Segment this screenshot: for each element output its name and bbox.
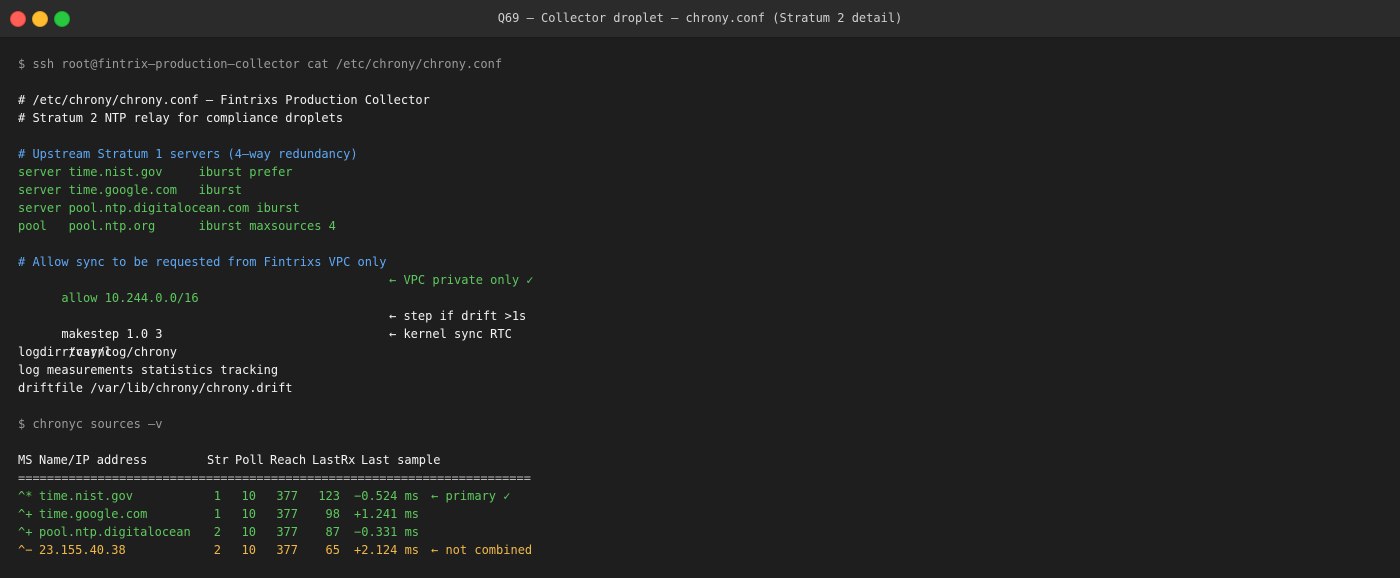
- sources-table-header: MS Name/IP address Str Poll Reach LastRx…: [18, 451, 531, 469]
- sources-table-body: ^* time.nist.gov 1 10 377 123 −0.524 ms ← prima…: [18, 487, 533, 559]
- col-poll-header: Poll: [235, 453, 264, 467]
- source-mode: ^*: [18, 489, 33, 503]
- terminal-window: Q69 — Collector droplet — chrony.conf (S…: [0, 0, 1400, 578]
- col-reach-header: Reach: [270, 453, 307, 467]
- driftfile-directive: driftfile /var/lib/chrony/chrony.drift: [18, 381, 293, 395]
- title-bar: Q69 — Collector droplet — chrony.conf (S…: [0, 0, 1400, 38]
- source-reach: 377: [276, 543, 298, 557]
- server-line: server time.google.com iburst: [18, 183, 242, 197]
- source-annotation: ← primary ✓: [431, 489, 511, 503]
- source-lastrx: 87: [325, 525, 340, 539]
- terminal-output[interactable]: $ ssh root@fintrix–production–collector …: [18, 55, 534, 559]
- col-sample-header: Last sample: [361, 453, 441, 467]
- source-stratum: 2: [213, 525, 221, 539]
- source-poll: 10: [241, 525, 256, 539]
- source-annotation: ← not combined: [431, 543, 533, 557]
- source-poll: 10: [241, 507, 256, 521]
- source-name: time.nist.gov: [39, 489, 133, 503]
- col-str-header: Str: [207, 453, 229, 467]
- rtcsync-row: rtcsync ← kernel sync RTC: [18, 325, 531, 359]
- source-row: ^+ time.google.com 1 10 377 98 +1.241 ms: [18, 505, 531, 523]
- rtcsync-annotation: ← kernel sync RTC: [389, 327, 512, 341]
- source-lastrx: 65: [325, 543, 340, 557]
- source-stratum: 2: [213, 543, 221, 557]
- source-last-sample: +2.124 ms: [354, 543, 420, 557]
- allow-comment: # Allow sync to be requested from Fintri…: [18, 255, 387, 269]
- server-line: server pool.ntp.digitalocean.com iburst: [18, 201, 300, 215]
- window-title: Q69 — Collector droplet — chrony.conf (S…: [497, 11, 903, 25]
- source-row: ^* time.nist.gov 1 10 377 123 −0.524 ms ← prima…: [18, 487, 531, 505]
- table-separator: ========================================…: [18, 471, 531, 485]
- source-name: 23.155.40.38: [39, 543, 126, 557]
- upstream-comment: # Upstream Stratum 1 servers (4–way redu…: [18, 147, 358, 161]
- allow-row: allow 10.244.0.0/16 ← VPC private only ✓: [18, 271, 534, 305]
- source-lastrx: 98: [325, 507, 340, 521]
- source-reach: 377: [276, 507, 298, 521]
- source-mode: ^−: [18, 543, 33, 557]
- makestep-annotation: ← step if drift >1s: [389, 309, 527, 323]
- chronyc-command-line: $ chronyc sources –v: [18, 417, 163, 431]
- ssh-command-line: $ ssh root@fintrix–production–collector …: [18, 57, 503, 71]
- source-last-sample: −0.331 ms: [354, 525, 420, 539]
- source-reach: 377: [276, 525, 298, 539]
- col-lastrx-header: LastRx: [312, 453, 356, 467]
- source-row: ^− 23.155.40.38 2 10 377 65 +2.124 ms ← not com…: [18, 541, 533, 559]
- col-name-header: Name/IP address: [39, 453, 148, 467]
- config-header-comment: # /etc/chrony/chrony.conf — Fintrixs Pro…: [18, 93, 430, 107]
- col-ms-header: MS: [18, 453, 33, 467]
- config-description-comment: # Stratum 2 NTP relay for compliance dro…: [18, 111, 344, 125]
- source-poll: 10: [241, 543, 256, 557]
- pool-line: pool pool.ntp.org iburst maxsources 4: [18, 219, 336, 233]
- source-reach: 377: [276, 489, 298, 503]
- source-name: pool.ntp.digitalocean: [39, 525, 191, 539]
- logdir-directive: logdir /var/log/chrony: [18, 345, 177, 359]
- source-stratum: 1: [213, 489, 221, 503]
- source-stratum: 1: [213, 507, 221, 521]
- source-mode: ^+: [18, 525, 33, 539]
- server-line: server time.nist.gov iburst prefer: [18, 165, 293, 179]
- source-last-sample: −0.524 ms: [354, 489, 420, 503]
- source-mode: ^+: [18, 507, 33, 521]
- source-last-sample: +1.241 ms: [354, 507, 420, 521]
- allow-annotation: ← VPC private only ✓: [389, 273, 534, 287]
- log-directive: log measurements statistics tracking: [18, 363, 279, 377]
- source-row: ^+ pool.ntp.digitalocean 2 10 377 87 −0.331 ms: [18, 523, 531, 541]
- source-poll: 10: [241, 489, 256, 503]
- source-name: time.google.com: [39, 507, 148, 521]
- makestep-row: makestep 1.0 3 ← step if drift >1s: [18, 307, 531, 341]
- source-lastrx: 123: [318, 489, 340, 503]
